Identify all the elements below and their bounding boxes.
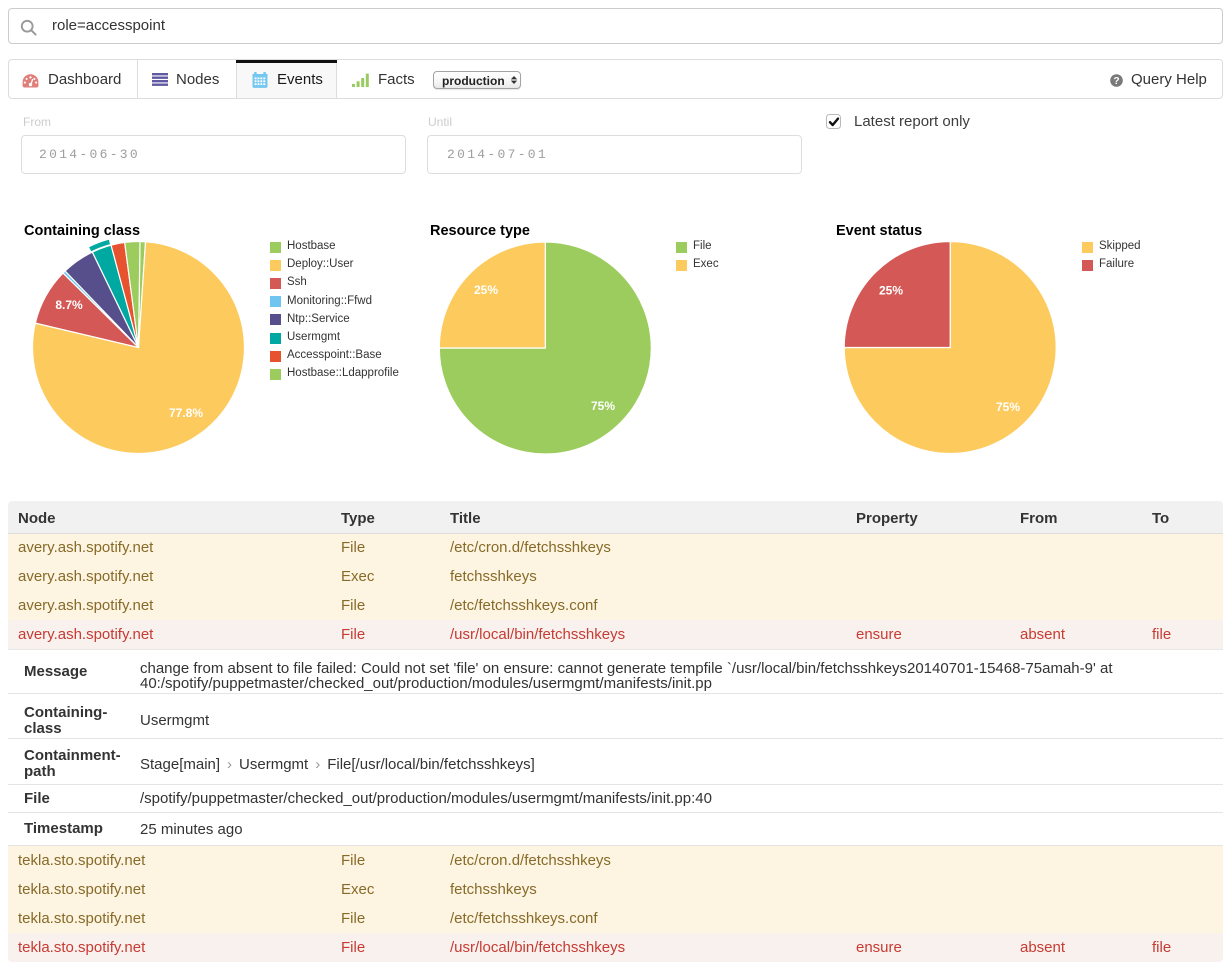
svg-text:?: ?	[1113, 76, 1119, 87]
svg-text:75%: 75%	[591, 399, 615, 413]
svg-text:75%: 75%	[996, 400, 1020, 414]
svg-text:8.7%: 8.7%	[55, 298, 83, 312]
svg-text:25%: 25%	[474, 283, 498, 297]
svg-text:25%: 25%	[879, 284, 903, 298]
svg-text:77.8%: 77.8%	[169, 406, 203, 420]
